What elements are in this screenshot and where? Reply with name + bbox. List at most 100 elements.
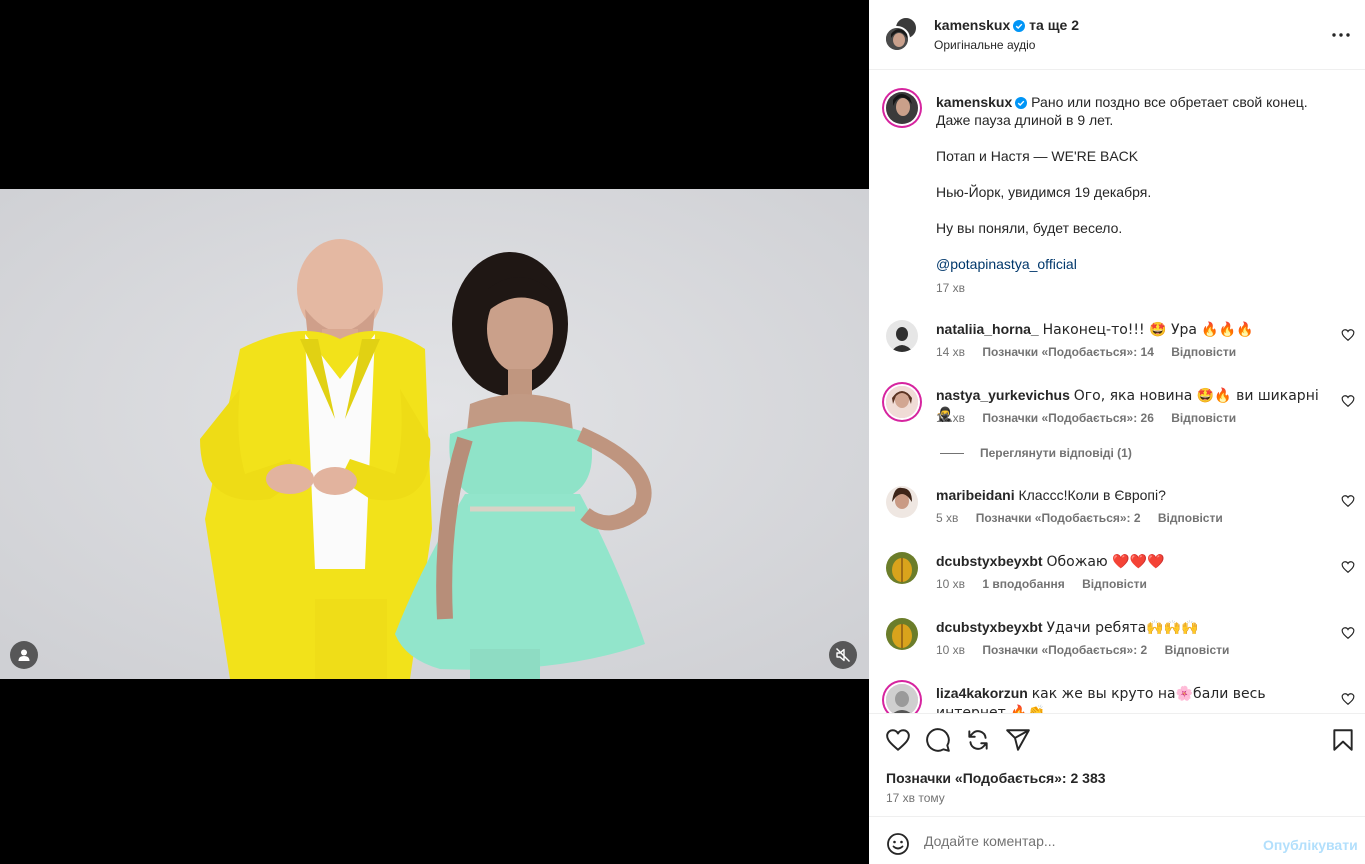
heart-icon[interactable] — [1341, 692, 1355, 706]
comment-body: Удачи ребята🙌🙌🙌 — [1046, 620, 1199, 636]
post-timestamp[interactable]: 17 хв тому — [886, 791, 945, 805]
comment-likes[interactable]: 1 вподобання — [982, 577, 1064, 591]
comment-item: dcubstyxbeyxbt Обожаю ❤️❤️❤️ 10 хв 1 впо… — [869, 552, 1365, 612]
post-side-panel: kamenskux та ще 2 Оригінальне аудіо kame… — [869, 0, 1365, 864]
comment-likes[interactable]: Позначки «Подобається»: 26 — [982, 411, 1153, 425]
video-frame[interactable] — [0, 189, 869, 679]
avatar-photo — [886, 618, 918, 650]
share-icon[interactable] — [1005, 727, 1031, 753]
header-username[interactable]: kamenskux — [934, 17, 1010, 33]
comment-item: nastya_yurkevichus Ого, яка новина 🤩🔥 ви… — [869, 386, 1365, 446]
reply-button[interactable]: Відповісти — [1165, 643, 1230, 657]
post-header: kamenskux та ще 2 Оригінальне аудіо — [869, 0, 1365, 70]
comments-list[interactable]: kamenskux Рано или поздно все обретает с… — [869, 71, 1365, 713]
heart-icon[interactable] — [1341, 328, 1355, 342]
comment-body: Классс!Коли в Європі? — [1018, 487, 1166, 503]
avatar[interactable] — [886, 386, 918, 418]
coauthors-link[interactable]: та ще 2 — [1029, 17, 1079, 33]
comment-composer: Опублікувати — [869, 816, 1365, 864]
reply-button[interactable]: Відповісти — [1171, 345, 1236, 359]
comment-username[interactable]: liza4kakorzun — [936, 685, 1028, 701]
heart-icon[interactable] — [1341, 560, 1355, 574]
tagged-users-button[interactable] — [10, 641, 38, 669]
heart-icon[interactable] — [1341, 394, 1355, 408]
comment-body: Обожаю ❤️❤️❤️ — [1046, 554, 1165, 570]
comment-item: nataliia_horna_ Наконец-то!!! 🤩 Ура 🔥🔥🔥 … — [869, 320, 1365, 380]
comment-meta: 14 хв Позначки «Подобається»: 14 Відпові… — [936, 345, 1250, 359]
comment-username[interactable]: nastya_yurkevichus — [936, 387, 1070, 403]
avatar-photo — [886, 92, 918, 124]
avatar[interactable] — [886, 486, 918, 518]
video-still-image — [0, 189, 869, 679]
repost-icon[interactable] — [965, 727, 991, 753]
heart-icon[interactable] — [1341, 494, 1355, 508]
caption-line: Нью-Йорк, увидимся 19 декабря. — [936, 184, 1152, 200]
comment-text: dcubstyxbeyxbt Удачи ребята🙌🙌🙌 — [936, 618, 1331, 637]
avatar-photo — [886, 28, 908, 50]
avatar[interactable] — [886, 618, 918, 650]
verified-badge-icon — [1015, 97, 1028, 109]
mute-toggle-button[interactable] — [829, 641, 857, 669]
reply-button[interactable]: Відповісти — [1171, 411, 1236, 425]
bookmark-icon[interactable] — [1330, 727, 1356, 753]
reply-button[interactable]: Відповісти — [1158, 511, 1223, 525]
comment-icon[interactable] — [925, 727, 951, 753]
comment-meta: 5 хв Позначки «Подобається»: 2 Відповіст… — [936, 511, 1237, 525]
caption-line: Рано или поздно все обретает свой конец. — [1031, 94, 1308, 110]
avatar-photo — [886, 684, 918, 713]
comment-time[interactable]: 10 хв — [936, 577, 965, 591]
avatar-photo — [886, 320, 918, 352]
caption-mention-link[interactable]: @potapinastya_official — [936, 255, 1336, 273]
avatar-photo — [886, 552, 918, 584]
header-author: kamenskux та ще 2 — [934, 17, 1079, 33]
comment-item: maribeidani Классс!Коли в Європі? 5 хв П… — [869, 486, 1365, 546]
avatar[interactable] — [886, 552, 918, 584]
publish-button[interactable]: Опублікувати — [1263, 837, 1358, 853]
comment-username[interactable]: nataliia_horna_ — [936, 321, 1039, 337]
comment-meta: 10 хв 1 вподобання Відповісти — [936, 577, 1161, 591]
post-caption: kamenskux Рано или поздно все обретает с… — [936, 93, 1336, 273]
avatar-photo — [886, 386, 918, 418]
avatar — [884, 26, 910, 52]
post-actions: Позначки «Подобається»: 2 383 17 хв тому — [869, 713, 1365, 816]
comment-likes[interactable]: Позначки «Подобається»: 14 — [982, 345, 1153, 359]
comment-username[interactable]: dcubstyxbeyxbt — [936, 553, 1043, 569]
comment-text: nataliia_horna_ Наконец-то!!! 🤩 Ура 🔥🔥🔥 — [936, 320, 1331, 339]
caption-line: Ну вы поняли, будет весело. — [936, 220, 1123, 236]
avatar-photo — [886, 486, 918, 518]
comment-username[interactable]: maribeidani — [936, 487, 1015, 503]
comment-likes[interactable]: Позначки «Подобається»: 2 — [982, 643, 1147, 657]
comment-username[interactable]: dcubstyxbeyxbt — [936, 619, 1043, 635]
comment-input[interactable] — [924, 831, 1244, 851]
comment-item: liza4kakorzun как же вы круто на🌸бали ве… — [869, 684, 1365, 713]
comment-time[interactable]: 10 хв — [936, 643, 965, 657]
comment-body: Наконец-то!!! 🤩 Ура 🔥🔥🔥 — [1042, 322, 1254, 338]
user-tag-icon — [18, 649, 30, 661]
media-pane[interactable] — [0, 0, 869, 864]
heart-icon[interactable] — [885, 727, 911, 753]
comment-item: dcubstyxbeyxbt Удачи ребята🙌🙌🙌 10 хв Поз… — [869, 618, 1365, 678]
caption-username[interactable]: kamenskux — [936, 94, 1012, 110]
avatar[interactable] — [886, 320, 918, 352]
emoji-icon[interactable] — [886, 832, 910, 856]
avatar[interactable] — [886, 684, 918, 713]
more-options-button[interactable] — [1327, 24, 1355, 46]
comment-likes[interactable]: Позначки «Подобається»: 2 — [976, 511, 1141, 525]
comment-text: dcubstyxbeyxbt Обожаю ❤️❤️❤️ — [936, 552, 1331, 571]
reply-button[interactable]: Відповісти — [1082, 577, 1147, 591]
likes-count[interactable]: Позначки «Подобається»: 2 383 — [886, 770, 1106, 786]
comment-meta: 10 хв Позначки «Подобається»: 2 Відповіс… — [936, 643, 1243, 657]
avatar[interactable] — [886, 92, 918, 124]
speaker-muted-icon — [836, 648, 850, 662]
view-replies-button[interactable]: Переглянути відповіді (1) — [940, 446, 1132, 460]
comment-meta: 12 хв Позначки «Подобається»: 26 Відпові… — [936, 411, 1250, 425]
audio-link[interactable]: Оригінальне аудіо — [934, 38, 1035, 52]
verified-badge-icon — [1013, 20, 1026, 32]
comment-time[interactable]: 12 хв — [936, 411, 965, 425]
caption-timestamp[interactable]: 17 хв — [936, 281, 965, 295]
comment-time[interactable]: 14 хв — [936, 345, 965, 359]
heart-icon[interactable] — [1341, 626, 1355, 640]
comment-time[interactable]: 5 хв — [936, 511, 958, 525]
coauthors-avatar-stack[interactable] — [884, 16, 920, 52]
comment-text: liza4kakorzun как же вы круто на🌸бали ве… — [936, 684, 1331, 713]
